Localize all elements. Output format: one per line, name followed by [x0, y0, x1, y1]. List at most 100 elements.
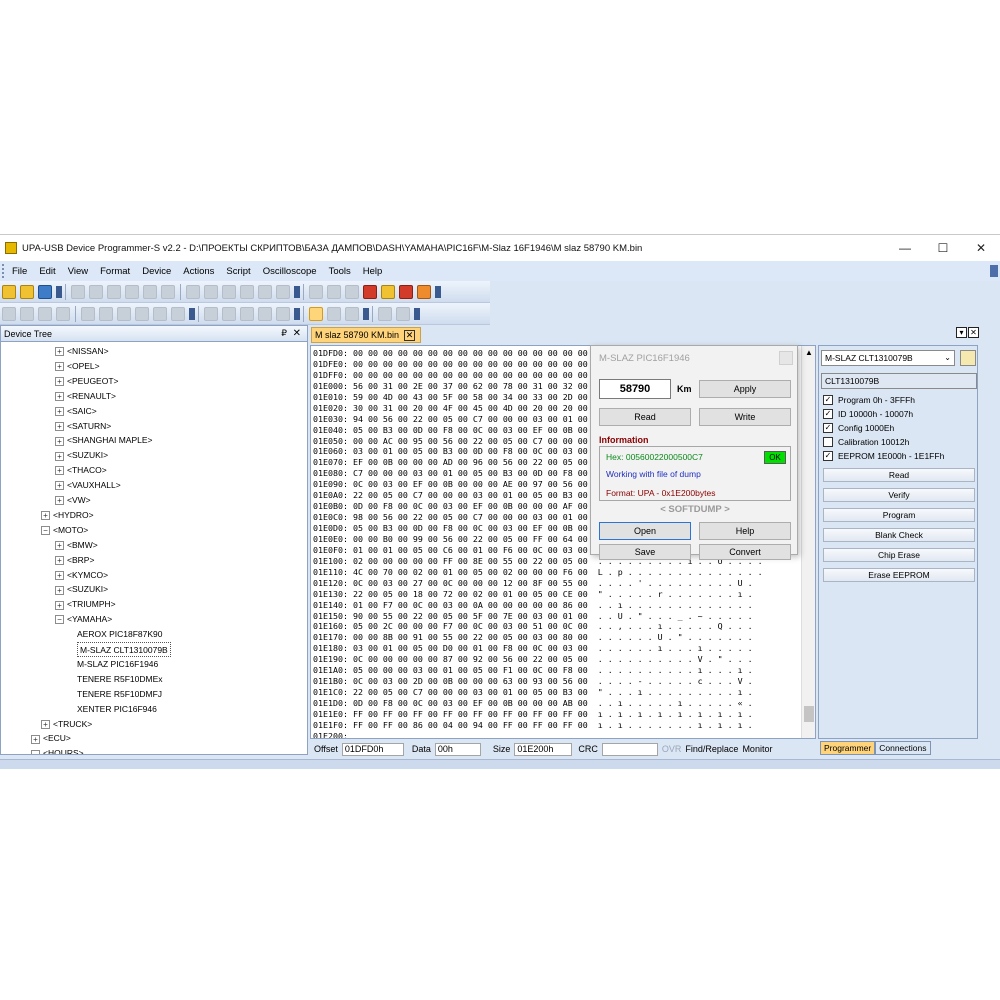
toolbar-dropdown-icon[interactable] [414, 307, 420, 320]
tool-icon[interactable] [56, 306, 70, 321]
hex-row[interactable]: 01E120: 0C 00 03 00 27 00 0C 00 00 00 12… [313, 578, 793, 589]
monitor-button[interactable]: Monitor [742, 744, 772, 754]
hex-row[interactable]: 01E180: 03 00 01 00 05 00 D0 00 01 00 F8… [313, 643, 793, 654]
first-icon[interactable] [81, 306, 95, 321]
prev-icon[interactable] [99, 306, 113, 321]
tree-node[interactable]: M-SLAZ CLT1310079B [77, 642, 171, 657]
settings-icon[interactable] [381, 284, 395, 299]
menu-file[interactable]: File [6, 266, 33, 277]
tree-node[interactable]: + <VAUXHALL> [55, 478, 121, 493]
tree-node[interactable]: + <SHANGHAI MAPLE> [55, 433, 153, 448]
goto-icon[interactable] [222, 284, 236, 299]
tree-node[interactable]: + <SUZUKI> [55, 448, 108, 463]
new-file-icon[interactable] [2, 284, 16, 299]
scroll-up-icon[interactable]: ▲ [805, 348, 813, 357]
tree-node[interactable]: + <HYDRO> [41, 508, 94, 523]
toolbar-dropdown-icon[interactable] [56, 285, 62, 298]
write-button[interactable]: Write [699, 408, 791, 426]
expand-icon[interactable]: + [55, 377, 64, 387]
sigma-icon[interactable] [417, 284, 431, 299]
expand-icon[interactable]: + [55, 347, 64, 357]
tree-node[interactable]: + <SATURN> [55, 419, 111, 434]
expand-icon[interactable]: + [55, 362, 64, 372]
scroll-thumb[interactable] [804, 706, 814, 722]
erase-eeprom-button[interactable]: Erase EEPROM [823, 568, 975, 582]
offset-field[interactable]: 01DFD0h [341, 742, 404, 756]
hex-row[interactable]: 01E140: 01 00 F7 00 0C 00 03 00 0A 00 00… [313, 600, 793, 611]
document-tab[interactable]: M slaz 58790 KM.bin ✕ [311, 327, 421, 343]
expand-icon[interactable]: + [55, 436, 64, 446]
hex-row[interactable]: 01E1C0: 22 00 05 00 C7 00 00 00 03 00 01… [313, 687, 793, 698]
play-icon[interactable] [378, 306, 392, 321]
menu-script[interactable]: Script [220, 266, 256, 277]
checksum-icon[interactable] [276, 284, 290, 299]
tree-node[interactable]: − <YAMAHA> [55, 612, 112, 627]
tab-connections[interactable]: Connections [875, 741, 931, 755]
collapse-icon[interactable]: − [55, 615, 64, 625]
tree-node[interactable]: − <MOTO> [41, 523, 88, 538]
save-button[interactable]: Save [599, 544, 691, 560]
close-document-icon[interactable]: ✕ [968, 327, 979, 338]
tool-icon[interactable] [20, 306, 34, 321]
cut-icon[interactable] [107, 284, 121, 299]
chip-erase-button[interactable]: Chip Erase [823, 548, 975, 562]
program-button[interactable]: Program [823, 508, 975, 522]
km-input[interactable]: 58790 [599, 379, 671, 399]
tree-node[interactable]: TENERE R5F10DMEx [77, 672, 163, 687]
hex-row[interactable]: 01E110: 4C 00 70 00 02 00 01 00 05 00 02… [313, 567, 793, 578]
connect-icon[interactable] [327, 284, 341, 299]
size-field[interactable]: 01E200h [514, 742, 573, 756]
grid-icon[interactable] [345, 284, 359, 299]
up-icon[interactable] [153, 306, 167, 321]
open-file-icon[interactable] [20, 284, 34, 299]
expand-icon[interactable]: + [55, 466, 64, 476]
toolbar-dropdown-icon[interactable] [189, 307, 195, 320]
chip-icon[interactable] [309, 284, 323, 299]
tree-node[interactable]: + <OPEL> [55, 359, 100, 374]
tree-node[interactable]: + <KYMCO> [55, 568, 108, 583]
pin-icon[interactable]: ₽ [281, 328, 287, 339]
stop-icon[interactable] [396, 306, 410, 321]
copy-icon[interactable] [125, 284, 139, 299]
checkbox-checked-icon[interactable]: ✓ [823, 423, 833, 433]
expand-icon[interactable]: + [55, 406, 64, 416]
toolbar-dropdown-icon[interactable] [363, 307, 369, 320]
menu-help[interactable]: Help [357, 266, 389, 277]
tool-icon[interactable] [2, 306, 16, 321]
convert-button[interactable]: Convert [699, 544, 791, 560]
tree-node[interactable]: + <BMW> [55, 538, 98, 553]
panel-icon[interactable] [240, 306, 254, 321]
save-file-icon[interactable] [38, 284, 52, 299]
tree-node[interactable]: + <THACO> [55, 463, 107, 478]
expand-icon[interactable]: + [55, 451, 64, 461]
checkbox-unchecked-icon[interactable] [823, 437, 833, 447]
menu-actions[interactable]: Actions [177, 266, 220, 277]
tree-node[interactable]: + <ECU> [31, 731, 71, 746]
tree-node[interactable]: + <NISSAN> [55, 344, 109, 359]
menu-oscilloscope[interactable]: Oscilloscope [257, 266, 323, 277]
find-icon[interactable] [186, 284, 200, 299]
tree-node[interactable]: + <BRP> [55, 553, 94, 568]
memory-region-checkbox[interactable]: ✓ EEPROM 1E000h - 1E1FFh [823, 450, 944, 462]
hex-row[interactable]: 01E170: 00 00 8B 00 91 00 55 00 22 00 05… [313, 632, 793, 643]
tree-node[interactable]: + <SAIC> [55, 404, 97, 419]
tree-node[interactable]: + <SUZUKI> [55, 582, 108, 597]
maximize-button[interactable]: ☐ [924, 235, 962, 261]
close-tab-icon[interactable]: ✕ [404, 329, 416, 341]
expand-icon[interactable]: + [41, 511, 50, 521]
undo-icon[interactable] [71, 284, 85, 299]
hex-row[interactable]: 01E1D0: 0D 00 F8 00 0C 00 03 00 EF 00 0B… [313, 698, 793, 709]
memory-region-checkbox[interactable]: ✓ ID 10000h - 10007h [823, 408, 913, 420]
next-icon[interactable] [117, 306, 131, 321]
hex-row[interactable]: 01E1F0: FF 00 FF 00 86 00 04 00 94 00 FF… [313, 720, 793, 731]
hex-row[interactable]: 01E200: [313, 731, 793, 738]
measure-icon[interactable] [345, 306, 359, 321]
tab-programmer[interactable]: Programmer [820, 741, 876, 755]
compare-icon[interactable] [258, 284, 272, 299]
bug-icon[interactable] [399, 284, 413, 299]
crc-field[interactable] [601, 742, 658, 756]
panel-icon[interactable] [204, 306, 218, 321]
panel-icon[interactable] [276, 306, 290, 321]
collapse-icon[interactable]: − [41, 526, 50, 536]
tool-icon[interactable] [38, 306, 52, 321]
